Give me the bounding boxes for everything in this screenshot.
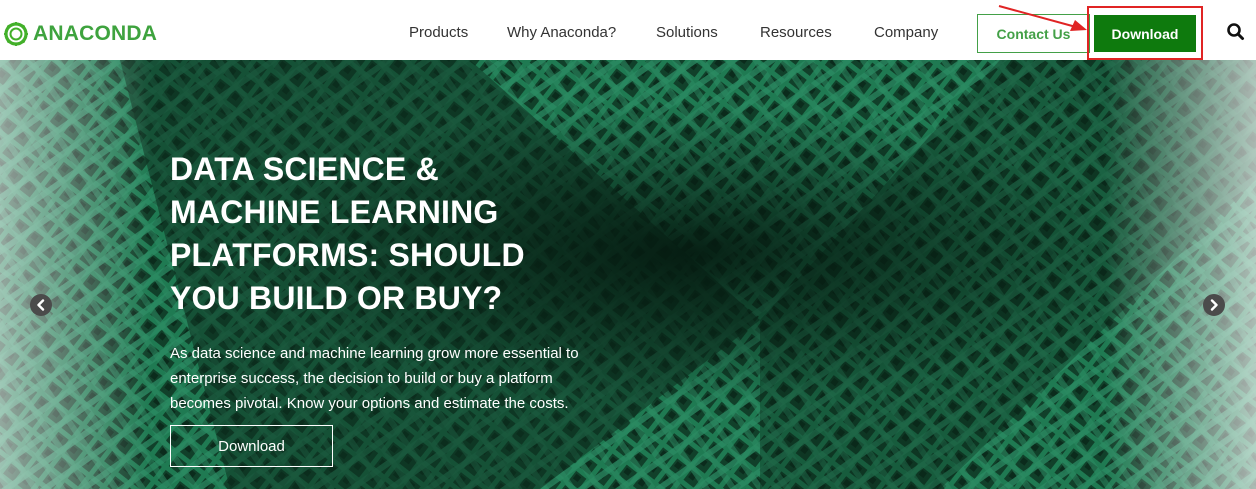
hero-description: As data science and machine learning gro… [170,345,579,412]
primary-nav: Products Why Anaconda? Solutions Resourc… [0,0,980,60]
hero-title-line-3: PLATFORMS: SHOULD [170,237,525,273]
nav-item-solutions[interactable]: Solutions [656,24,718,41]
download-button[interactable]: Download [1094,15,1196,52]
chevron-left-icon [37,299,45,311]
carousel-next-button[interactable] [1203,294,1225,316]
hero-content: DATA SCIENCE & MACHINE LEARNING PLATFORM… [170,148,640,467]
contact-us-button[interactable]: Contact Us [977,14,1090,53]
search-button[interactable] [1224,20,1248,44]
chevron-right-icon [1210,299,1218,311]
search-icon [1227,23,1244,40]
hero-title-line-4: YOU BUILD OR BUY? [170,280,503,316]
hero-title-line-2: MACHINE LEARNING [170,194,499,230]
top-navbar: ANACONDA Products Why Anaconda? Solution… [0,0,1256,60]
hero-title: DATA SCIENCE & MACHINE LEARNING PLATFORM… [170,148,640,320]
nav-item-resources[interactable]: Resources [760,24,832,41]
nav-item-products[interactable]: Products [409,24,468,41]
hero-title-line-1: DATA SCIENCE & [170,151,439,187]
hero-carousel: DATA SCIENCE & MACHINE LEARNING PLATFORM… [0,60,1256,489]
carousel-prev-button[interactable] [30,294,52,316]
nav-item-company[interactable]: Company [874,24,938,41]
hero-download-button[interactable]: Download [170,425,333,467]
nav-item-why-anaconda[interactable]: Why Anaconda? [507,24,616,41]
